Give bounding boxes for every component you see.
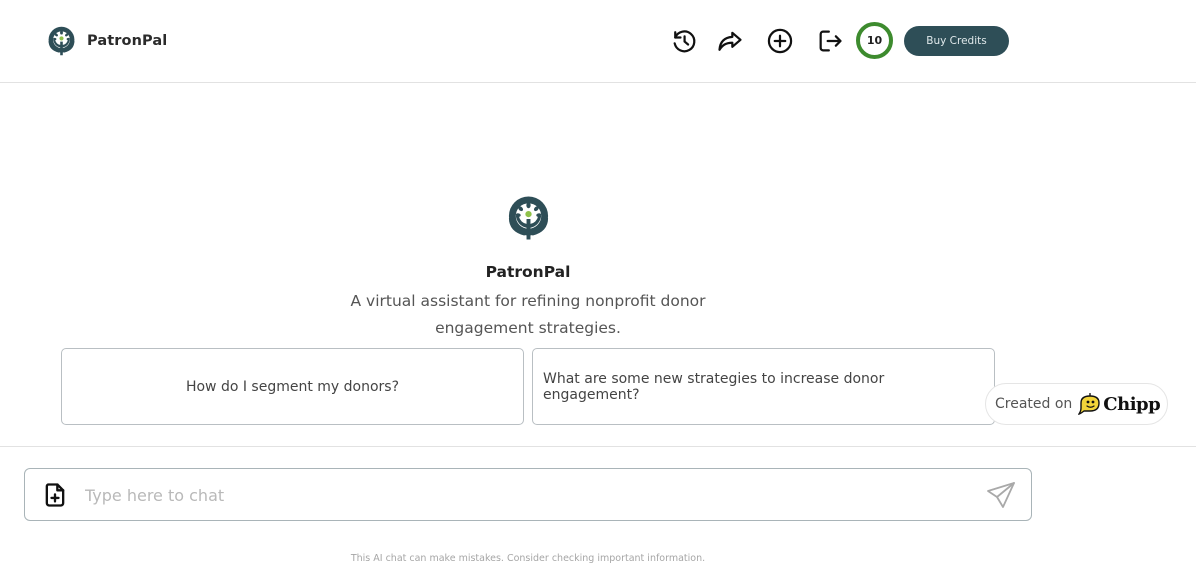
history-button[interactable]	[668, 23, 700, 59]
history-icon	[673, 29, 696, 52]
chipp-mascot-icon	[1078, 393, 1100, 415]
buy-credits-button[interactable]: Buy Credits	[904, 25, 1009, 56]
created-on-chipp-badge[interactable]: Created on Chipp	[985, 383, 1168, 425]
share-arrow-icon	[718, 31, 742, 51]
suggestion-card[interactable]: What are some new strategies to increase…	[532, 348, 995, 425]
file-plus-icon[interactable]	[41, 481, 69, 509]
logout-button[interactable]	[814, 23, 846, 59]
share-button[interactable]	[714, 23, 746, 59]
logout-icon	[819, 30, 842, 51]
paper-plane-icon[interactable]	[985, 480, 1017, 510]
suggestion-label: How do I segment my donors?	[185, 378, 400, 395]
chipp-wordmark: Chipp	[1103, 393, 1161, 415]
new-chat-button[interactable]	[764, 23, 796, 59]
header: PatronPal 10 Buy Credits	[0, 0, 1196, 83]
hero-title: PatronPal	[485, 263, 571, 281]
suggestion-card[interactable]: How do I segment my donors?	[61, 348, 524, 425]
credits-counter: 10	[856, 22, 893, 59]
app-name: PatronPal	[87, 33, 168, 49]
chipp-logo: Chipp	[1078, 393, 1161, 415]
hero-description: A virtual assistant for refining nonprof…	[350, 292, 706, 337]
chat-input[interactable]	[85, 479, 965, 511]
credits-value: 10	[866, 34, 883, 47]
toolbar: 10 Buy Credits	[668, 22, 1009, 59]
chat-composer	[24, 468, 1032, 521]
patronpal-hero-logo-icon	[508, 196, 549, 240]
created-on-label: Created on	[995, 396, 1073, 412]
ai-disclaimer: This AI chat can make mistakes. Consider…	[350, 553, 706, 564]
brand[interactable]: PatronPal	[46, 25, 167, 57]
divider	[0, 446, 1196, 447]
patronpal-logo-icon	[48, 26, 75, 56]
plus-circle-icon	[767, 28, 793, 53]
suggestion-label: What are some new strategies to increase…	[543, 370, 885, 403]
